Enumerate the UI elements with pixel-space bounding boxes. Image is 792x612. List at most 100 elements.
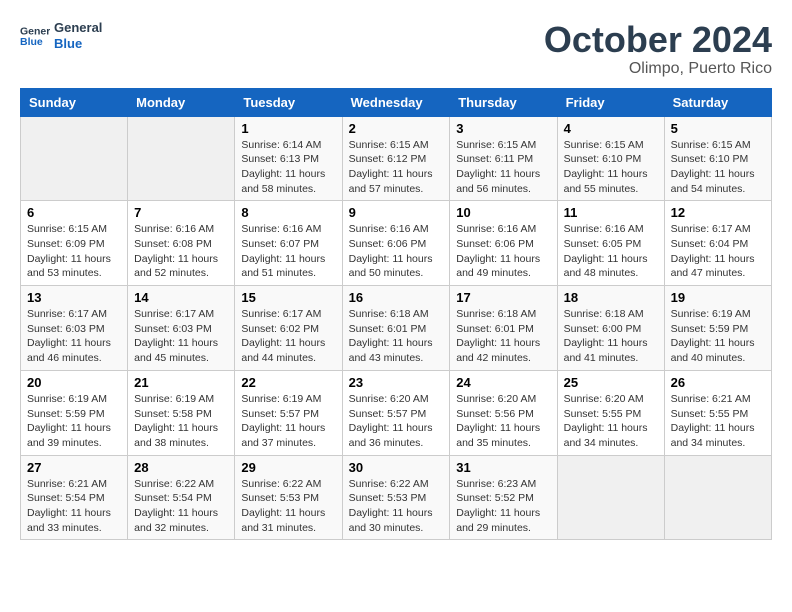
day-number: 13 <box>27 290 121 305</box>
day-number: 22 <box>241 375 335 390</box>
day-info: Sunrise: 6:20 AMSunset: 5:56 PMDaylight:… <box>456 392 550 451</box>
logo-icon: General Blue <box>20 21 50 51</box>
calendar-cell: 26 Sunrise: 6:21 AMSunset: 5:55 PMDayligh… <box>664 370 771 455</box>
calendar-cell: 3Sunrise: 6:15 AMSunset: 6:11 PMDaylight… <box>450 116 557 201</box>
day-number: 20 <box>27 375 121 390</box>
day-number: 19 <box>671 290 765 305</box>
svg-text:Blue: Blue <box>20 36 43 48</box>
day-number: 31 <box>456 460 550 475</box>
calendar-cell: 18 Sunrise: 6:18 AMSunset: 6:00 PMDayligh… <box>557 286 664 371</box>
calendar-cell: 4 Sunrise: 6:15 AMSunset: 6:10 PMDaylight… <box>557 116 664 201</box>
day-info: Sunrise: 6:15 AMSunset: 6:10 PMDaylight:… <box>671 138 765 197</box>
day-info: Sunrise: 6:15 AMSunset: 6:10 PMDaylight:… <box>564 138 658 197</box>
day-number: 3 <box>456 121 550 136</box>
calendar-cell: 5 Sunrise: 6:15 AMSunset: 6:10 PMDaylight… <box>664 116 771 201</box>
calendar-cell: 17 Sunrise: 6:18 AMSunset: 6:01 PMDayligh… <box>450 286 557 371</box>
day-number: 21 <box>134 375 228 390</box>
day-info: Sunrise: 6:14 AMSunset: 6:13 PMDaylight:… <box>241 138 335 197</box>
title-block: October 2024 Olimpo, Puerto Rico <box>544 20 772 78</box>
day-number: 15 <box>241 290 335 305</box>
col-thursday: Thursday <box>450 88 557 116</box>
month-title: October 2024 <box>544 20 772 60</box>
day-number: 29 <box>241 460 335 475</box>
day-info: Sunrise: 6:18 AMSunset: 6:01 PMDaylight:… <box>456 307 550 366</box>
day-info: Sunrise: 6:16 AMSunset: 6:07 PMDaylight:… <box>241 222 335 281</box>
calendar-cell: 7Sunrise: 6:16 AMSunset: 6:08 PMDaylight… <box>128 201 235 286</box>
calendar-cell: 9Sunrise: 6:16 AMSunset: 6:06 PMDaylight… <box>342 201 450 286</box>
calendar-cell: 15 Sunrise: 6:17 AMSunset: 6:02 PMDayligh… <box>235 286 342 371</box>
calendar-week-row: 1 Sunrise: 6:14 AMSunset: 6:13 PMDaylight… <box>21 116 772 201</box>
calendar-cell: 1 Sunrise: 6:14 AMSunset: 6:13 PMDaylight… <box>235 116 342 201</box>
day-number: 17 <box>456 290 550 305</box>
calendar-cell: 12Sunrise: 6:17 AMSunset: 6:04 PMDayligh… <box>664 201 771 286</box>
calendar-cell: 29Sunrise: 6:22 AMSunset: 5:53 PMDayligh… <box>235 455 342 540</box>
day-info: Sunrise: 6:21 AMSunset: 5:54 PMDaylight:… <box>27 477 121 536</box>
calendar-cell: 11 Sunrise: 6:16 AMSunset: 6:05 PMDayligh… <box>557 201 664 286</box>
day-info: Sunrise: 6:19 AMSunset: 5:57 PMDaylight:… <box>241 392 335 451</box>
calendar-cell: 27Sunrise: 6:21 AMSunset: 5:54 PMDayligh… <box>21 455 128 540</box>
day-info: Sunrise: 6:17 AMSunset: 6:02 PMDaylight:… <box>241 307 335 366</box>
day-number: 8 <box>241 205 335 220</box>
calendar-cell <box>128 116 235 201</box>
col-wednesday: Wednesday <box>342 88 450 116</box>
calendar-cell: 16 Sunrise: 6:18 AMSunset: 6:01 PMDayligh… <box>342 286 450 371</box>
day-number: 28 <box>134 460 228 475</box>
day-info: Sunrise: 6:19 AMSunset: 5:59 PMDaylight:… <box>27 392 121 451</box>
day-number: 5 <box>671 121 765 136</box>
calendar-week-row: 20 Sunrise: 6:19 AMSunset: 5:59 PMDayligh… <box>21 370 772 455</box>
day-info: Sunrise: 6:19 AMSunset: 5:58 PMDaylight:… <box>134 392 228 451</box>
location-subtitle: Olimpo, Puerto Rico <box>544 60 772 78</box>
calendar-cell: 10 Sunrise: 6:16 AMSunset: 6:06 PMDayligh… <box>450 201 557 286</box>
calendar-week-row: 27Sunrise: 6:21 AMSunset: 5:54 PMDayligh… <box>21 455 772 540</box>
calendar-header-row: Sunday Monday Tuesday Wednesday Thursday… <box>21 88 772 116</box>
day-number: 24 <box>456 375 550 390</box>
day-number: 14 <box>134 290 228 305</box>
day-info: Sunrise: 6:16 AMSunset: 6:08 PMDaylight:… <box>134 222 228 281</box>
calendar-cell: 20 Sunrise: 6:19 AMSunset: 5:59 PMDayligh… <box>21 370 128 455</box>
col-saturday: Saturday <box>664 88 771 116</box>
day-info: Sunrise: 6:18 AMSunset: 6:00 PMDaylight:… <box>564 307 658 366</box>
day-info: Sunrise: 6:19 AMSunset: 5:59 PMDaylight:… <box>671 307 765 366</box>
day-number: 1 <box>241 121 335 136</box>
day-info: Sunrise: 6:16 AMSunset: 6:06 PMDaylight:… <box>349 222 444 281</box>
calendar-cell <box>664 455 771 540</box>
day-number: 10 <box>456 205 550 220</box>
calendar-week-row: 6Sunrise: 6:15 AMSunset: 6:09 PMDaylight… <box>21 201 772 286</box>
day-number: 4 <box>564 121 658 136</box>
day-number: 25 <box>564 375 658 390</box>
calendar-cell: 28 Sunrise: 6:22 AMSunset: 5:54 PMDayligh… <box>128 455 235 540</box>
day-info: Sunrise: 6:16 AMSunset: 6:06 PMDaylight:… <box>456 222 550 281</box>
day-info: Sunrise: 6:22 AMSunset: 5:54 PMDaylight:… <box>134 477 228 536</box>
calendar-cell: 30Sunrise: 6:22 AMSunset: 5:53 PMDayligh… <box>342 455 450 540</box>
day-info: Sunrise: 6:16 AMSunset: 6:05 PMDaylight:… <box>564 222 658 281</box>
calendar-cell: 24 Sunrise: 6:20 AMSunset: 5:56 PMDayligh… <box>450 370 557 455</box>
day-number: 23 <box>349 375 444 390</box>
logo-blue-text: Blue <box>54 36 102 52</box>
day-info: Sunrise: 6:15 AMSunset: 6:09 PMDaylight:… <box>27 222 121 281</box>
logo-general-text: General <box>54 20 102 36</box>
day-info: Sunrise: 6:23 AMSunset: 5:52 PMDaylight:… <box>456 477 550 536</box>
day-info: Sunrise: 6:17 AMSunset: 6:03 PMDaylight:… <box>134 307 228 366</box>
calendar-cell: 14 Sunrise: 6:17 AMSunset: 6:03 PMDayligh… <box>128 286 235 371</box>
col-sunday: Sunday <box>21 88 128 116</box>
col-friday: Friday <box>557 88 664 116</box>
calendar-cell: 19 Sunrise: 6:19 AMSunset: 5:59 PMDayligh… <box>664 286 771 371</box>
day-number: 11 <box>564 205 658 220</box>
day-info: Sunrise: 6:18 AMSunset: 6:01 PMDaylight:… <box>349 307 444 366</box>
day-info: Sunrise: 6:20 AMSunset: 5:57 PMDaylight:… <box>349 392 444 451</box>
calendar-cell: 13Sunrise: 6:17 AMSunset: 6:03 PMDayligh… <box>21 286 128 371</box>
calendar-week-row: 13 Sunrise: 6:17 AMSunset: 6:03 PMDayligh… <box>21 286 772 371</box>
page-header: General Blue General Blue October 2024 O… <box>20 20 772 78</box>
day-number: 26 <box>671 375 765 390</box>
calendar-cell <box>557 455 664 540</box>
logo: General Blue General Blue <box>20 20 102 51</box>
day-info: Sunrise: 6:21 AMSunset: 5:55 PMDaylight:… <box>671 392 765 451</box>
calendar-cell <box>21 116 128 201</box>
day-number: 18 <box>564 290 658 305</box>
day-info: Sunrise: 6:15 AMSunset: 6:12 PMDaylight:… <box>349 138 444 197</box>
day-number: 2 <box>349 121 444 136</box>
day-number: 16 <box>349 290 444 305</box>
calendar-cell: 8 Sunrise: 6:16 AMSunset: 6:07 PMDaylight… <box>235 201 342 286</box>
calendar-cell: 21 Sunrise: 6:19 AMSunset: 5:58 PMDayligh… <box>128 370 235 455</box>
calendar-table: Sunday Monday Tuesday Wednesday Thursday… <box>20 88 772 541</box>
